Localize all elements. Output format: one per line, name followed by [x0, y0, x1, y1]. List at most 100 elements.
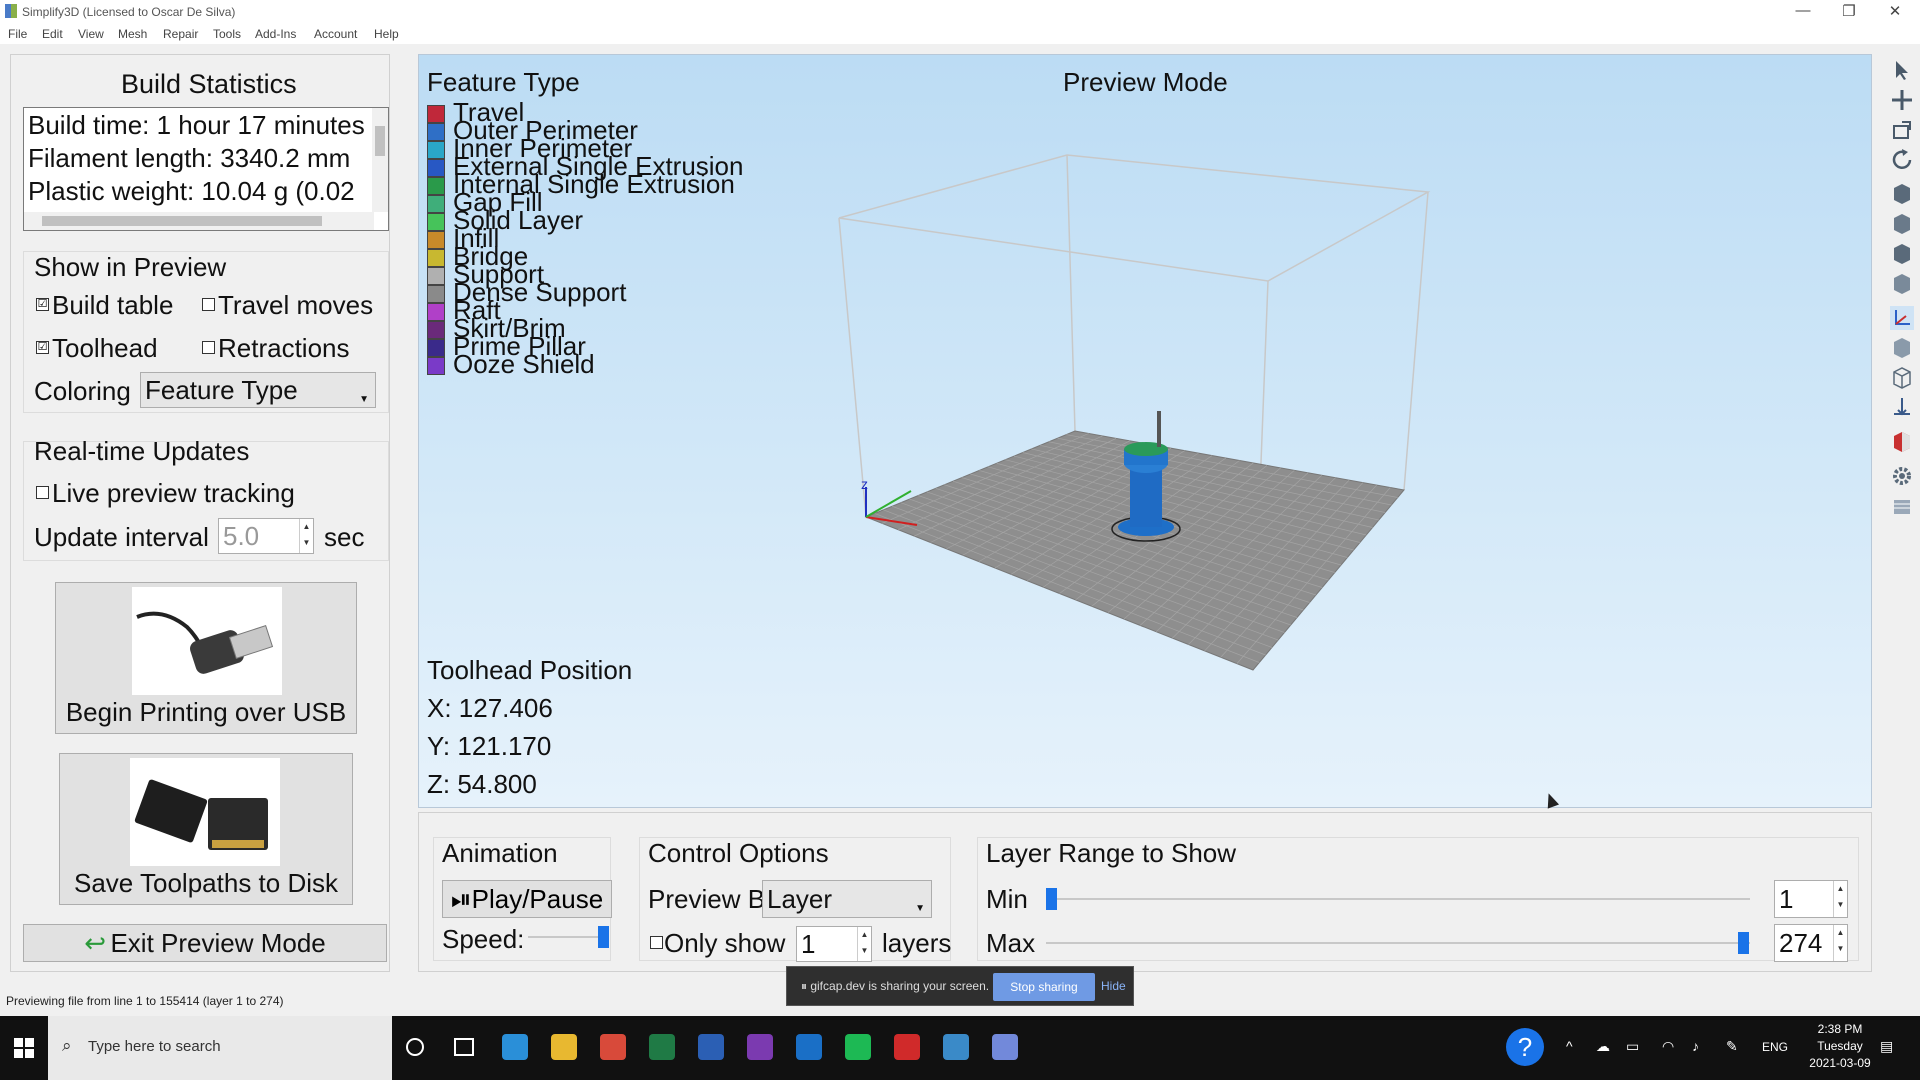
word-icon[interactable]	[698, 1034, 724, 1060]
scale-icon[interactable]	[1890, 118, 1914, 142]
view-top-icon[interactable]	[1890, 212, 1914, 236]
task-view-icon[interactable]	[454, 1038, 474, 1056]
language-indicator[interactable]: ENG	[1762, 1040, 1788, 1054]
cross-section-icon[interactable]	[1890, 396, 1914, 420]
spin-arrows-icon[interactable]: ▲ ▼	[857, 927, 871, 961]
spin-arrows-icon[interactable]: ▲ ▼	[1833, 925, 1847, 961]
exit-preview-button[interactable]: ↩ Exit Preview Mode	[23, 924, 387, 962]
outlook-icon[interactable]	[796, 1034, 822, 1060]
back-arrow-icon: ↩	[84, 928, 107, 958]
only-show-layers-input[interactable]: 1 ▲ ▼	[796, 926, 872, 962]
toolhead-x: X: 127.406	[427, 693, 553, 723]
view-front-icon[interactable]	[1890, 242, 1914, 266]
speed-slider-track[interactable]	[528, 936, 604, 938]
axes-toggle-icon[interactable]	[1890, 306, 1914, 330]
coloring-select[interactable]: Feature Type ▼	[140, 372, 376, 408]
help-icon[interactable]: ?	[1506, 1028, 1544, 1066]
chrome-icon[interactable]	[600, 1034, 626, 1060]
spin-arrows-icon[interactable]: ▲ ▼	[299, 519, 313, 553]
wifi-icon[interactable]: ◠	[1662, 1038, 1674, 1055]
model-preview-icon[interactable]	[1890, 430, 1914, 454]
tray-chevron-icon[interactable]: ^	[1566, 1038, 1573, 1054]
clock[interactable]: 2:38 PM Tuesday 2021-03-09	[1800, 1022, 1880, 1070]
simplify3d-icon[interactable]	[943, 1034, 969, 1060]
restore-button[interactable]: ❐	[1834, 2, 1864, 20]
view-side-icon[interactable]	[1890, 272, 1914, 296]
cortana-icon[interactable]	[406, 1038, 424, 1056]
realtime-updates-title: Real-time Updates	[34, 436, 250, 466]
play-pause-button[interactable]: ⏯Play/Pause	[442, 880, 612, 918]
update-interval-input[interactable]: 5.0 ▲ ▼	[218, 518, 314, 554]
scrollbar-thumb[interactable]	[375, 126, 385, 156]
horizontal-scrollbar[interactable]	[24, 212, 374, 230]
menu-edit[interactable]: Edit	[42, 27, 63, 41]
taskbar-search[interactable]: ⌕ Type here to search	[48, 1016, 392, 1080]
excel-icon[interactable]	[649, 1034, 675, 1060]
travel-moves-checkbox[interactable]	[202, 298, 215, 311]
solid-view-icon[interactable]	[1890, 336, 1914, 360]
battery-icon[interactable]: ▭	[1626, 1038, 1639, 1055]
close-button[interactable]: ✕	[1880, 2, 1910, 20]
vertical-scrollbar[interactable]	[372, 108, 388, 212]
preview-viewport[interactable]: Feature Type Preview Mode Travel Outer Pe…	[418, 54, 1872, 809]
hide-button[interactable]: Hide	[1101, 979, 1126, 993]
retractions-checkbox[interactable]	[202, 341, 215, 354]
minimize-button[interactable]: —	[1788, 2, 1818, 19]
select-cursor-icon[interactable]	[1890, 58, 1914, 82]
file-explorer-icon[interactable]	[551, 1034, 577, 1060]
build-statistics-box[interactable]: Build time: 1 hour 17 minutes Filament l…	[23, 107, 389, 231]
windows-start-icon[interactable]	[14, 1038, 34, 1058]
view-default-icon[interactable]	[1890, 182, 1914, 206]
menu-repair[interactable]: Repair	[163, 27, 198, 41]
solidworks-icon[interactable]	[894, 1034, 920, 1060]
spin-arrows-icon[interactable]: ▲ ▼	[1833, 881, 1847, 917]
control-options-title: Control Options	[648, 838, 829, 868]
speed-slider-thumb[interactable]	[598, 926, 609, 948]
discord-icon[interactable]	[992, 1034, 1018, 1060]
pen-icon[interactable]: ✎	[1726, 1038, 1738, 1055]
update-interval-value: 5.0	[223, 521, 260, 551]
move-icon[interactable]	[1890, 88, 1914, 112]
toolhead-checkbox[interactable]: ☑	[36, 341, 49, 354]
scrollbar-thumb[interactable]	[42, 216, 322, 226]
preview-by-select[interactable]: Layer ▼	[762, 880, 932, 918]
animation-group: Animation ⏯Play/Pause Speed:	[433, 837, 612, 961]
live-preview-checkbox[interactable]	[36, 486, 49, 499]
axis-z-label: z	[861, 476, 868, 492]
clock-date: 2021-03-09	[1809, 1056, 1871, 1070]
spotify-icon[interactable]	[845, 1034, 871, 1060]
build-table-checkbox[interactable]: ☑	[36, 298, 49, 311]
sharing-message: ⏸ gifcap.dev is sharing your screen.	[801, 979, 990, 993]
menu-help[interactable]: Help	[374, 27, 399, 41]
settings-gear-icon[interactable]	[1890, 464, 1914, 488]
usb-cable-icon	[132, 587, 282, 695]
min-slider-track[interactable]	[1046, 898, 1750, 900]
min-layer-input[interactable]: 1 ▲ ▼	[1774, 880, 1848, 918]
show-in-preview-title: Show in Preview	[34, 252, 227, 282]
max-slider-track[interactable]	[1046, 942, 1750, 944]
layers-icon[interactable]	[1890, 494, 1914, 518]
rotate-icon[interactable]	[1890, 148, 1914, 172]
max-slider-thumb[interactable]	[1738, 932, 1749, 954]
min-slider-thumb[interactable]	[1046, 888, 1057, 910]
menu-file[interactable]: File	[8, 27, 27, 41]
save-toolpaths-button[interactable]: Save Toolpaths to Disk	[59, 753, 353, 905]
menu-view[interactable]: View	[78, 27, 104, 41]
menu-account[interactable]: Account	[314, 27, 357, 41]
wireframe-view-icon[interactable]	[1890, 366, 1914, 390]
stat-filament-length: Filament length: 3340.2 mm	[28, 143, 351, 173]
begin-printing-usb-button[interactable]: Begin Printing over USB	[55, 582, 357, 734]
notifications-icon[interactable]: ▤	[1880, 1038, 1893, 1055]
menu-mesh[interactable]: Mesh	[118, 27, 147, 41]
onedrive-icon[interactable]: ☁	[1596, 1038, 1610, 1055]
volume-icon[interactable]: ♪	[1692, 1038, 1699, 1054]
only-show-checkbox[interactable]	[650, 936, 663, 949]
edge-icon[interactable]	[502, 1034, 528, 1060]
max-layer-input[interactable]: 274 ▲ ▼	[1774, 924, 1848, 962]
clock-time: 2:38 PM	[1817, 1022, 1863, 1036]
onenote-icon[interactable]	[747, 1034, 773, 1060]
max-layer-value: 274	[1779, 928, 1823, 958]
menu-add-ins[interactable]: Add-Ins	[255, 27, 296, 41]
stop-sharing-button[interactable]: Stop sharing	[993, 973, 1095, 1001]
menu-tools[interactable]: Tools	[213, 27, 241, 41]
